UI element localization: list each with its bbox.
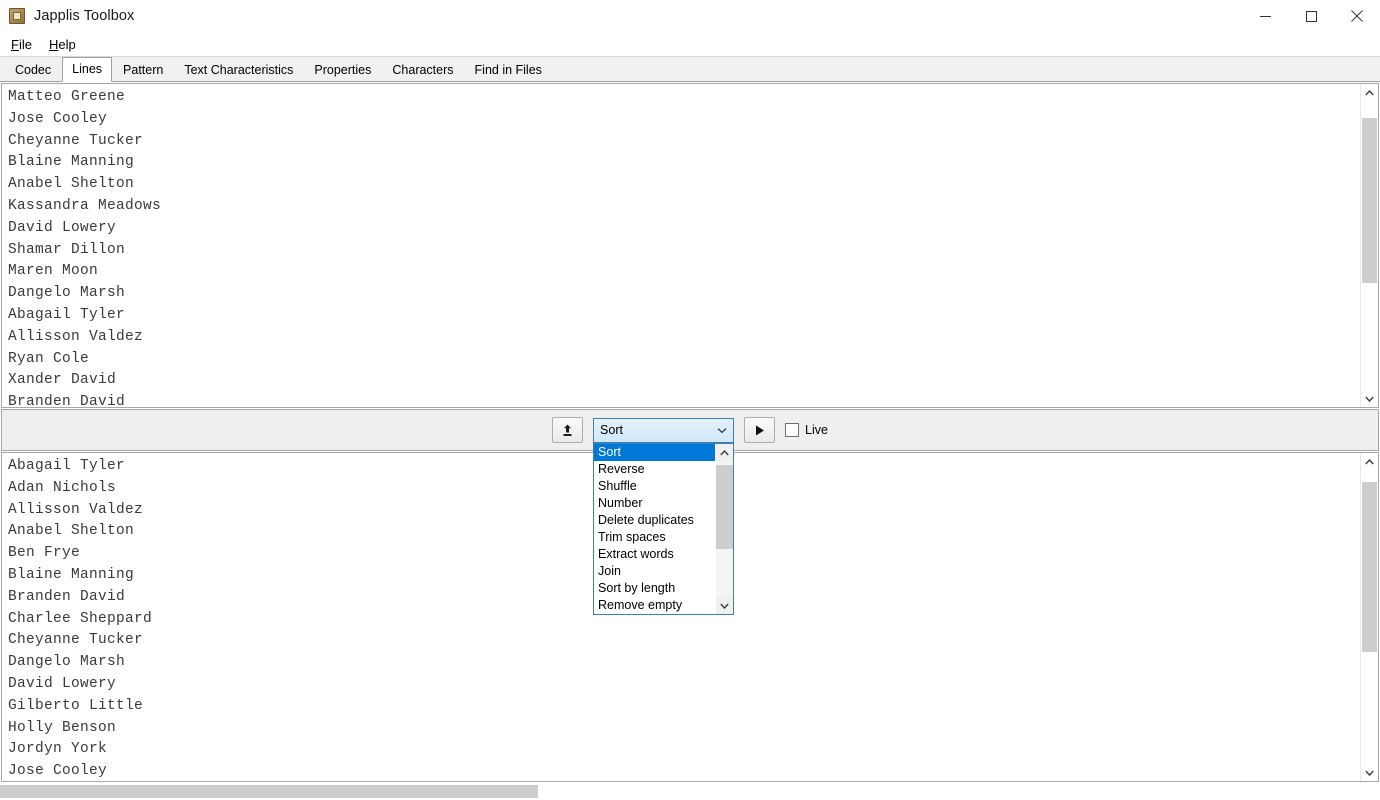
- input-line: Maren Moon: [8, 263, 99, 280]
- dropdown-scroll-track[interactable]: [716, 461, 734, 597]
- tab-pattern[interactable]: Pattern: [113, 58, 173, 82]
- tab-codec[interactable]: Codec: [5, 58, 61, 82]
- toolbar-controls: Sort Live Sort Reverse Shuffle Number Delete…: [552, 417, 828, 615]
- input-line: Blaine Manning: [8, 154, 135, 171]
- menu-file-mnemonic: F: [11, 37, 19, 52]
- dropdown-option-extract-words[interactable]: Extract words: [594, 546, 715, 563]
- output-line: Dangelo Marsh: [8, 654, 126, 671]
- dropdown-scroll-up-icon[interactable]: [716, 444, 734, 461]
- live-checkbox-box[interactable]: [785, 423, 800, 437]
- window-title: Japplis Toolbox: [34, 8, 135, 24]
- output-scroll-track[interactable]: [1361, 470, 1378, 764]
- dropdown-option-sort-by-length[interactable]: Sort by length: [594, 580, 715, 597]
- dropdown-scrollbar[interactable]: [715, 444, 734, 614]
- menu-bar: File Help: [0, 33, 1380, 57]
- operation-dropdown-list[interactable]: Sort Reverse Shuffle Number Delete duplicate…: [593, 443, 735, 615]
- upload-button[interactable]: [552, 417, 584, 443]
- output-vertical-scrollbar[interactable]: [1360, 453, 1378, 781]
- live-checkbox-label: Live: [805, 423, 828, 437]
- menu-file[interactable]: File: [8, 35, 39, 54]
- operation-combobox-value: Sort: [600, 423, 623, 437]
- upload-icon: [563, 424, 572, 436]
- menu-help[interactable]: Help: [46, 35, 83, 54]
- dropdown-option-shuffle[interactable]: Shuffle: [594, 478, 715, 495]
- input-line: David Lowery: [8, 219, 117, 236]
- tab-bar: Codec Lines Pattern Text Characteristics…: [0, 57, 1380, 82]
- input-line: Matteo Greene: [8, 89, 126, 105]
- application-window: Japplis Toolbox File Help Codec Lines Pa…: [0, 0, 1380, 800]
- menu-file-label: ile: [18, 37, 32, 52]
- tab-text-characteristics[interactable]: Text Characteristics: [174, 58, 303, 82]
- scroll-up-icon[interactable]: [1361, 453, 1378, 470]
- toolbox-icon: [9, 8, 25, 24]
- input-line: Cheyanne Tucker: [8, 132, 144, 149]
- output-line: Jose Cooley: [8, 763, 108, 780]
- input-text-pane: Matteo Greene Jose Cooley Cheyanne Tucker B…: [1, 83, 1379, 408]
- menu-help-mnemonic: H: [48, 37, 59, 52]
- dropdown-option-remove-empty[interactable]: Remove empty: [594, 597, 715, 614]
- output-line: Cheyanne Tucker: [8, 632, 144, 649]
- tab-characters[interactable]: Characters: [382, 58, 463, 82]
- minimize-button[interactable]: [1242, 0, 1288, 32]
- input-line: Shamar Dillon: [8, 241, 126, 258]
- input-textarea[interactable]: Matteo Greene Jose Cooley Cheyanne Tucker B…: [2, 84, 1360, 407]
- close-button[interactable]: [1334, 0, 1380, 32]
- input-line: Jose Cooley: [8, 110, 108, 127]
- input-line: Abagail Tyler: [8, 306, 126, 323]
- input-line: Dangelo Marsh: [8, 285, 126, 302]
- output-horizontal-scrollbar[interactable]: [0, 782, 1380, 800]
- action-toolbar: Sort Live Sort Reverse Shuffle Number Delete…: [1, 409, 1379, 615]
- input-line: Allisson Valdez: [8, 328, 144, 345]
- scroll-down-icon[interactable]: [1361, 390, 1378, 407]
- live-checkbox[interactable]: Live: [785, 423, 828, 437]
- tab-properties[interactable]: Properties: [304, 58, 381, 82]
- input-vertical-scrollbar[interactable]: [1360, 84, 1378, 407]
- window-controls: [1242, 0, 1380, 32]
- input-line: Ryan Cole: [8, 350, 90, 367]
- output-line: Gilberto Little: [8, 697, 144, 714]
- input-line: Anabel Shelton: [8, 176, 135, 193]
- run-button[interactable]: [744, 417, 776, 443]
- output-line: Holly Benson: [8, 719, 117, 736]
- dropdown-options[interactable]: Sort Reverse Shuffle Number Delete duplicate…: [594, 444, 716, 614]
- scroll-down-icon[interactable]: [1361, 764, 1378, 781]
- dropdown-scroll-thumb[interactable]: [716, 465, 734, 550]
- dropdown-option-number[interactable]: Number: [594, 495, 715, 512]
- output-line: Jordyn York: [8, 741, 108, 758]
- output-hscroll-thumb[interactable]: [0, 785, 539, 798]
- dropdown-option-join[interactable]: Join: [594, 563, 715, 580]
- input-scroll-thumb[interactable]: [1362, 118, 1377, 284]
- dropdown-option-delete-duplicates[interactable]: Delete duplicates: [594, 512, 715, 529]
- output-scroll-thumb[interactable]: [1362, 481, 1377, 653]
- input-line: Branden David: [8, 394, 126, 407]
- dropdown-option-trim-spaces[interactable]: Trim spaces: [594, 529, 715, 546]
- menu-help-label: elp: [58, 37, 76, 52]
- dropdown-option-reverse[interactable]: Reverse: [594, 461, 715, 478]
- dropdown-option-sort[interactable]: Sort: [594, 444, 716, 461]
- scroll-up-icon[interactable]: [1361, 84, 1378, 101]
- play-icon: [756, 425, 765, 435]
- operation-combobox[interactable]: Sort: [593, 417, 735, 443]
- chevron-down-icon[interactable]: [711, 427, 733, 434]
- output-line: David Lowery: [8, 675, 117, 692]
- dropdown-scroll-down-icon[interactable]: [716, 597, 734, 614]
- input-scroll-track[interactable]: [1361, 101, 1378, 390]
- input-line: Kassandra Meadows: [8, 197, 162, 214]
- tab-find-in-files[interactable]: Find in Files: [465, 58, 552, 82]
- tab-lines[interactable]: Lines: [62, 57, 113, 82]
- title-bar: Japplis Toolbox: [0, 0, 1380, 33]
- maximize-button[interactable]: [1288, 0, 1334, 32]
- input-line: Xander David: [8, 372, 117, 389]
